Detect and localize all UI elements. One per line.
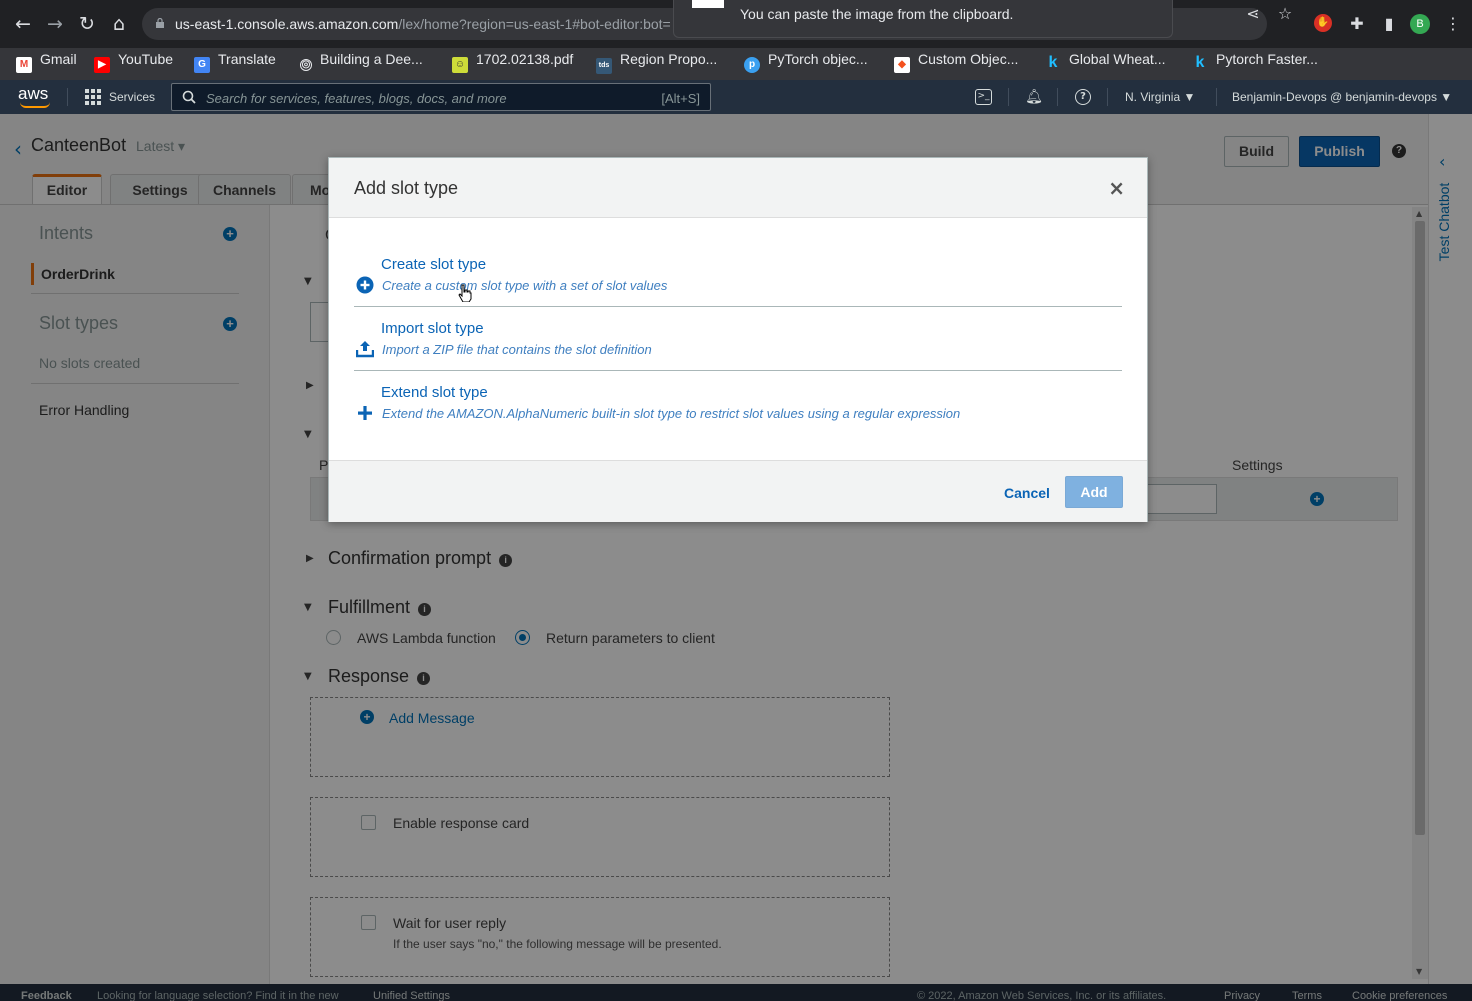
bookmark-custom[interactable]: ◆ Custom Objec... bbox=[894, 48, 1018, 80]
translate-icon: G bbox=[194, 57, 210, 73]
p-icon: p bbox=[744, 57, 760, 73]
toast-text: You can paste the image from the clipboa… bbox=[740, 6, 1014, 22]
bookmark-pdf[interactable]: ☺ 1702.02138.pdf bbox=[452, 48, 573, 80]
plus-circle-icon bbox=[356, 276, 374, 294]
search-shortcut: [Alt+S] bbox=[661, 91, 700, 106]
bookmark-pytorch-faster[interactable]: k Pytorch Faster... bbox=[1192, 48, 1318, 80]
services-menu[interactable]: Services bbox=[109, 90, 155, 104]
add-button[interactable]: Add bbox=[1065, 476, 1123, 508]
forward-arrow-icon[interactable]: → bbox=[44, 13, 66, 35]
option-description: Import a ZIP file that contains the slot… bbox=[382, 342, 652, 357]
bookmark-pytorch[interactable]: p PyTorch objec... bbox=[744, 48, 868, 80]
aws-console-header: aws Services Search for services, featur… bbox=[0, 80, 1472, 114]
tds-icon: tds bbox=[596, 58, 612, 74]
sidepanel-icon[interactable]: ▮ bbox=[1379, 14, 1399, 34]
aws-smile-icon bbox=[20, 102, 50, 108]
bookmark-region[interactable]: tds Region Propo... bbox=[596, 48, 717, 80]
option-description: Create a custom slot type with a set of … bbox=[382, 278, 668, 293]
browser-toolbar: ← → ↻ ⌂ us-east-1.console.aws.amazon.com… bbox=[0, 0, 1472, 48]
gmail-icon: M bbox=[16, 57, 32, 73]
header-divider bbox=[1057, 88, 1058, 106]
bookmark-youtube[interactable]: ▶ YouTube bbox=[94, 48, 173, 80]
header-divider bbox=[1216, 88, 1217, 106]
star-icon[interactable]: ☆ bbox=[1275, 4, 1295, 24]
close-icon[interactable]: × bbox=[1108, 176, 1125, 200]
upload-icon bbox=[356, 341, 374, 358]
header-divider bbox=[1107, 88, 1108, 106]
dialog-header: Add slot type × bbox=[329, 158, 1147, 218]
kaggle-icon: k bbox=[1048, 54, 1058, 71]
option-title[interactable]: Create slot type bbox=[381, 256, 486, 273]
bookmark-translate[interactable]: G Translate bbox=[194, 48, 276, 80]
kaggle-icon: k bbox=[1195, 54, 1205, 71]
dialog-footer: Cancel Add bbox=[329, 460, 1147, 522]
help-circle-icon[interactable]: ? bbox=[1075, 89, 1091, 105]
option-description: Extend the AMAZON.AlphaNumeric built-in … bbox=[382, 406, 961, 421]
option-divider bbox=[354, 370, 1122, 371]
option-extend-slot-type[interactable]: Extend slot type Extend the AMAZON.Alpha… bbox=[354, 384, 1122, 448]
cancel-button[interactable]: Cancel bbox=[1004, 485, 1050, 501]
option-import-slot-type[interactable]: Import slot type Import a ZIP file that … bbox=[354, 320, 1122, 384]
back-arrow-icon[interactable]: ← bbox=[12, 13, 34, 35]
profile-avatar[interactable]: B bbox=[1410, 14, 1430, 34]
bookmark-global-wheat[interactable]: k Global Wheat... bbox=[1045, 48, 1166, 80]
aws-logo[interactable]: aws bbox=[18, 84, 48, 104]
header-divider bbox=[67, 88, 68, 106]
option-title[interactable]: Import slot type bbox=[381, 320, 484, 337]
bell-icon[interactable]: 🔔︎ bbox=[1025, 88, 1043, 106]
lock-icon bbox=[156, 18, 164, 28]
bookmark-building[interactable]: ◎ Building a Dee... bbox=[300, 48, 423, 80]
site-icon: ◎ bbox=[300, 59, 312, 71]
option-title[interactable]: Extend slot type bbox=[381, 384, 488, 401]
search-placeholder: Search for services, features, blogs, do… bbox=[206, 91, 507, 106]
option-divider bbox=[354, 306, 1122, 307]
reload-icon[interactable]: ↻ bbox=[76, 13, 98, 35]
aws-search-input[interactable]: Search for services, features, blogs, do… bbox=[171, 83, 711, 111]
cloudshell-icon[interactable]: >_ bbox=[975, 89, 992, 105]
add-slot-type-dialog: Add slot type × Create slot type Create … bbox=[328, 157, 1148, 522]
youtube-icon: ▶ bbox=[94, 57, 110, 73]
adblock-icon[interactable]: ✋ bbox=[1314, 14, 1332, 32]
dialog-title: Add slot type bbox=[354, 178, 459, 198]
home-icon[interactable]: ⌂ bbox=[108, 13, 130, 35]
menu-dots-icon[interactable]: ⋮ bbox=[1443, 14, 1463, 34]
header-divider bbox=[1008, 88, 1009, 106]
bookmarks-bar: M Gmail ▶ YouTube G Translate ◎ Building a D… bbox=[0, 48, 1472, 80]
url-text: us-east-1.console.aws.amazon.com/lex/hom… bbox=[175, 16, 671, 32]
services-grid-icon[interactable] bbox=[85, 89, 101, 105]
region-selector[interactable]: N. Virginia ▼ bbox=[1125, 90, 1195, 104]
account-menu[interactable]: Benjamin-Devops @ benjamin-devops ▼ bbox=[1232, 90, 1452, 104]
share-icon[interactable]: ⋖ bbox=[1243, 4, 1263, 24]
plus-icon bbox=[358, 406, 372, 420]
hand-cursor-icon bbox=[458, 284, 472, 302]
bookmark-gmail[interactable]: M Gmail bbox=[16, 48, 77, 80]
pdf-icon: ☺ bbox=[452, 57, 468, 73]
search-icon bbox=[182, 90, 196, 104]
toast-thumbnail bbox=[692, 0, 724, 8]
clipboard-toast: You can paste the image from the clipboa… bbox=[673, 0, 1173, 38]
extensions-icon[interactable]: ✚ bbox=[1347, 14, 1367, 34]
custom-icon: ◆ bbox=[894, 57, 910, 73]
